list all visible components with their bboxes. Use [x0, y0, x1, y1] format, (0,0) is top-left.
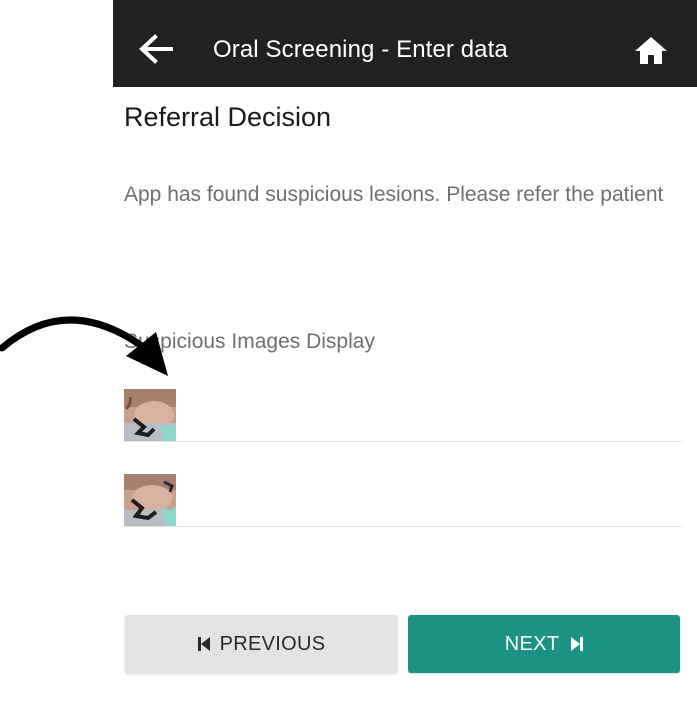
image-row — [124, 389, 682, 442]
page-title: Oral Screening - Enter data — [213, 36, 508, 63]
back-button[interactable] — [137, 30, 175, 68]
next-button[interactable]: NEXT — [408, 615, 680, 673]
home-icon — [635, 37, 667, 64]
previous-button-label: PREVIOUS — [219, 632, 326, 655]
referral-message: App has found suspicious lesions. Please… — [124, 183, 664, 206]
skip-previous-icon — [197, 637, 210, 651]
lesion-image-thumbnail[interactable] — [124, 474, 176, 526]
curved-arrow-pointer-icon — [0, 316, 168, 376]
app-bar: Oral Screening - Enter data — [113, 0, 697, 87]
skip-next-icon — [571, 637, 584, 651]
image-row — [124, 474, 682, 527]
previous-button[interactable]: PREVIOUS — [125, 615, 398, 673]
lesion-image-thumbnail[interactable] — [124, 389, 176, 441]
section-title: Referral Decision — [124, 102, 332, 132]
arrow-left-icon — [139, 34, 173, 64]
next-button-label: NEXT — [504, 632, 560, 655]
home-button[interactable] — [631, 32, 671, 68]
app-screen: Oral Screening - Enter data Referral Dec… — [113, 0, 697, 713]
